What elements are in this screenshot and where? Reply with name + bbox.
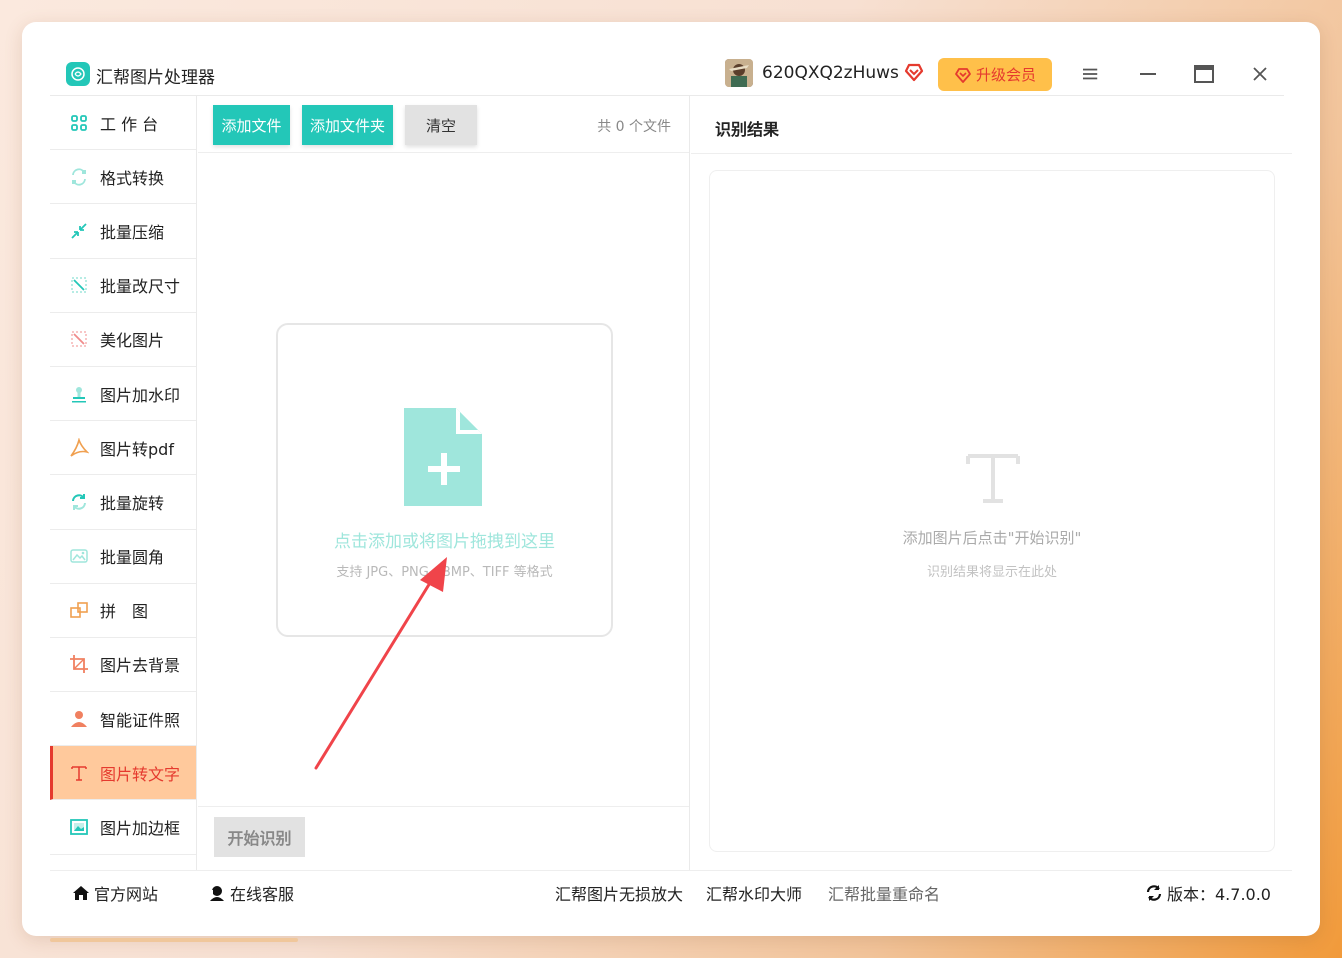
sidebar-item-label: 智能证件照 [100,710,181,730]
add-file-button[interactable]: 添加文件 [213,105,290,145]
sidebar-item-rotate[interactable]: 批量旋转 [50,475,196,530]
sidebar-item-label: 图片加水印 [100,385,181,405]
lossless-upscale-link[interactable]: 汇帮图片无损放大 [555,881,683,905]
beautify-icon [68,328,90,350]
avatar[interactable] [725,59,753,87]
sidebar-item-label: 美化图片 [100,331,165,351]
file-panel: 添加文件 添加文件夹 清空 共 0 个文件 点击添加或将图片拖拽到这里 支持 J [198,96,690,870]
sidebar-item-format-convert[interactable]: 格式转换 [50,150,196,205]
frame-icon [68,816,90,838]
footer-label: 汇帮批量重命名 [828,885,941,904]
round-corner-icon [68,545,90,567]
resize-icon [68,274,90,296]
app-title: 汇帮图片处理器 [96,68,215,88]
sidebar-item-label: 批量改尺寸 [100,277,181,297]
refresh-icon [1146,885,1162,901]
app-logo-icon [66,62,90,86]
start-recognition-button[interactable]: 开始识别 [214,817,305,857]
result-title: 识别结果 [715,120,780,139]
sidebar-item-beautify[interactable]: 美化图片 [50,313,196,367]
compress-icon [68,220,90,242]
result-placeholder-sub: 识别结果将显示在此处 [926,565,1057,580]
sidebar-item-label: 格式转换 [100,168,165,188]
upgrade-vip-button[interactable]: 升级会员 [938,58,1052,91]
support-icon [210,886,224,901]
batch-rename-link[interactable]: 汇帮批量重命名 [828,881,940,905]
footer: 官方网站 在线客服 汇帮图片无损放大 汇帮水印大师 汇帮批量重命名 版本：4.7… [50,870,1292,910]
title-bar: 汇帮图片处理器 620QXQ2zHuws 升级会员 [50,50,1284,96]
sidebar-item-label: 图片转文字 [100,764,181,784]
footer-label: 汇帮水印大师 [706,885,803,904]
vip-diamond-icon [903,61,925,83]
sidebar-item-to-pdf[interactable]: 图片转pdf [50,421,196,476]
sidebar-item-label: 批量圆角 [100,548,165,568]
sidebar-item-compress[interactable]: 批量压缩 [50,204,196,259]
sidebar-item-label: 图片转pdf [100,439,174,459]
person-icon [68,708,90,730]
online-support-link[interactable]: 在线客服 [208,881,294,905]
version-label: 版本：4.7.0.0 [1167,885,1271,904]
sidebar: 工 作 台 格式转换 批量压缩 批量改尺寸 美化图片 图片加水印 图片转pdf … [50,96,197,870]
home-icon [73,886,89,900]
convert-icon [68,166,90,188]
app-content: 汇帮图片处理器 620QXQ2zHuws 升级会员 工 作 台 格式转换 批量压… [50,50,1292,910]
sidebar-item-label: 拼 图 [100,602,149,622]
official-website-link[interactable]: 官方网站 [72,881,158,905]
sidebar-item-label: 图片加边框 [100,819,181,839]
sidebar-item-id-photo[interactable]: 智能证件照 [50,692,196,747]
grid-icon [68,112,90,134]
crop-icon [68,653,90,675]
watermark-icon [68,383,90,405]
text-placeholder-icon [966,453,1020,505]
version-info[interactable]: 版本：4.7.0.0 [1145,881,1271,905]
collage-icon [68,599,90,621]
add-folder-button[interactable]: 添加文件夹 [302,105,393,145]
footer-label: 官方网站 [94,885,159,904]
sidebar-item-label: 批量旋转 [100,493,165,513]
divider [691,153,1292,154]
sidebar-item-watermark[interactable]: 图片加水印 [50,367,196,422]
sidebar-item-remove-bg[interactable]: 图片去背景 [50,638,196,693]
username[interactable]: 620QXQ2zHuws [762,63,899,83]
file-toolbar: 添加文件 添加文件夹 清空 共 0 个文件 [198,96,689,153]
sidebar-item-resize[interactable]: 批量改尺寸 [50,259,196,313]
add-file-icon [404,408,484,508]
drop-zone-hint: 点击添加或将图片拖拽到这里 [334,532,555,552]
text-icon [68,762,90,784]
result-output-box[interactable]: 添加图片后点击"开始识别" 识别结果将显示在此处 [709,170,1275,852]
sidebar-item-workbench[interactable]: 工 作 台 [50,96,196,151]
result-panel: 识别结果 添加图片后点击"开始识别" 识别结果将显示在此处 [691,96,1292,870]
clear-button[interactable]: 清空 [405,105,477,145]
sidebar-item-label: 图片去背景 [100,656,181,676]
drop-zone-formats: 支持 JPG、PNG、BMP、TIFF 等格式 [336,565,553,580]
horizontal-scrollbar[interactable] [50,938,298,942]
pdf-icon [68,437,90,459]
sidebar-item-add-frame[interactable]: 图片加边框 [50,800,196,855]
minimize-icon[interactable] [1134,60,1162,88]
file-count: 共 0 个文件 [597,119,671,135]
sidebar-item-label: 批量压缩 [100,222,165,242]
maximize-icon[interactable] [1190,60,1218,88]
close-icon[interactable] [1246,60,1274,88]
result-placeholder: 添加图片后点击"开始识别" [902,529,1082,547]
rotate-icon [68,491,90,513]
footer-label: 汇帮图片无损放大 [555,885,684,904]
action-bar: 开始识别 [198,806,689,870]
sidebar-item-collage[interactable]: 拼 图 [50,584,196,638]
watermark-master-link[interactable]: 汇帮水印大师 [706,881,802,905]
diamond-icon [955,67,971,83]
hamburger-icon[interactable] [1077,60,1105,88]
app-window: 汇帮图片处理器 620QXQ2zHuws 升级会员 工 作 台 格式转换 批量压… [22,22,1320,936]
drop-zone[interactable]: 点击添加或将图片拖拽到这里 支持 JPG、PNG、BMP、TIFF 等格式 [276,323,613,637]
upgrade-label: 升级会员 [975,66,1036,84]
footer-label: 在线客服 [230,885,295,904]
sidebar-item-round-corner[interactable]: 批量圆角 [50,530,196,584]
sidebar-item-image-to-text[interactable]: 图片转文字 [50,746,196,801]
sidebar-item-label: 工 作 台 [100,114,159,134]
